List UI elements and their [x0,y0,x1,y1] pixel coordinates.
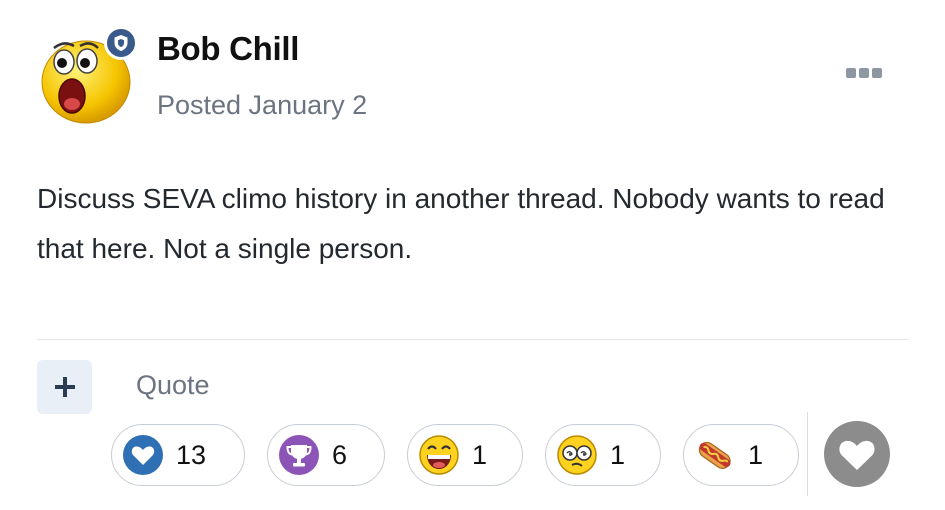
post-date[interactable]: Posted January 2 [157,90,367,121]
reaction-count: 13 [176,439,207,470]
menu-dot [859,68,869,78]
reaction-count: 1 [472,439,488,470]
moderator-shield-icon [104,26,138,60]
hotdog-icon [698,441,731,469]
reaction-count: 1 [748,439,764,470]
heart-icon [839,440,875,470]
trophy-icon [279,435,319,475]
reaction-laugh[interactable]: 1 [407,424,523,486]
reaction-trophy[interactable]: 6 [267,424,385,486]
laughing-face-icon [419,435,459,475]
plus-icon [54,377,75,397]
reaction-hotdog[interactable]: 1 [683,424,799,486]
reaction-confused[interactable]: 1 [545,424,661,486]
quote-button[interactable]: Quote [136,370,210,401]
multiquote-plus-button[interactable] [37,360,92,414]
reaction-like[interactable]: 13 [111,424,245,486]
divider [37,339,909,340]
like-heart-icon [123,435,163,475]
confused-face-icon [557,435,597,475]
reaction-count: 6 [332,439,348,470]
reaction-separator [807,412,808,496]
more-options-icon[interactable] [846,68,882,78]
menu-dot [846,68,856,78]
post-body: Discuss SEVA climo history in another th… [37,183,885,264]
author-name[interactable]: Bob Chill [157,30,299,68]
add-reaction-button[interactable] [824,421,890,487]
menu-dot [872,68,882,78]
reactions-bar: 13 6 1 1 1 [111,424,799,486]
reaction-count: 1 [610,439,626,470]
